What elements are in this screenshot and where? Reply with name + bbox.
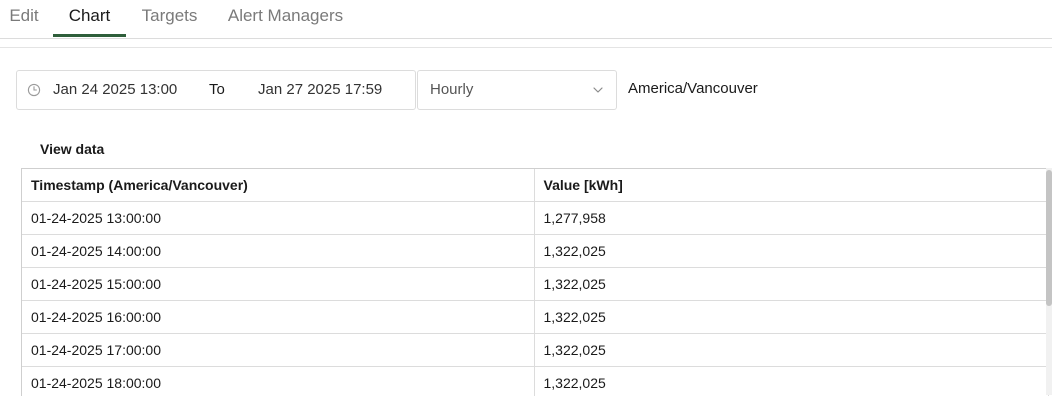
cell-value: 1,277,958 (534, 202, 1048, 235)
date-range-picker[interactable]: Jan 24 2025 13:00 To Jan 27 2025 17:59 (16, 70, 416, 110)
column-header-timestamp[interactable]: Timestamp (America/Vancouver) (22, 169, 534, 202)
interval-select[interactable]: Hourly (417, 70, 617, 110)
cell-timestamp: 01-24-2025 18:00:00 (22, 367, 534, 396)
tab-alert-managers[interactable]: Alert Managers (227, 0, 344, 36)
scrollbar-thumb[interactable] (1046, 170, 1052, 306)
cell-value: 1,322,025 (534, 301, 1048, 334)
cell-timestamp: 01-24-2025 15:00:00 (22, 268, 534, 301)
clock-icon (27, 83, 41, 97)
timezone-label: America/Vancouver (628, 80, 758, 97)
tab-targets[interactable]: Targets (141, 0, 198, 36)
cell-value: 1,322,025 (534, 268, 1048, 301)
table-row: 01-24-2025 13:00:00 1,277,958 (22, 202, 1048, 235)
tab-bar: Edit Chart Targets Alert Managers (0, 0, 1052, 39)
view-data-title: View data (40, 141, 104, 157)
tab-edit[interactable]: Edit (8, 0, 40, 36)
table-row: 01-24-2025 18:00:00 1,322,025 (22, 367, 1048, 396)
table-header-row: Timestamp (America/Vancouver) Value [kWh… (22, 169, 1048, 202)
table-row: 01-24-2025 16:00:00 1,322,025 (22, 301, 1048, 334)
data-table-container: Timestamp (America/Vancouver) Value [kWh… (21, 168, 1052, 396)
cell-timestamp: 01-24-2025 13:00:00 (22, 202, 534, 235)
table-row: 01-24-2025 15:00:00 1,322,025 (22, 268, 1048, 301)
interval-value: Hourly (430, 81, 473, 98)
date-range-separator: To (209, 81, 225, 98)
tab-chart[interactable]: Chart (53, 0, 126, 37)
start-date-input[interactable]: Jan 24 2025 13:00 (53, 81, 177, 98)
chevron-down-icon (592, 84, 604, 96)
cell-value: 1,322,025 (534, 235, 1048, 268)
column-header-value[interactable]: Value [kWh] (534, 169, 1048, 202)
section-divider (0, 47, 1052, 48)
cell-value: 1,322,025 (534, 334, 1048, 367)
cell-timestamp: 01-24-2025 14:00:00 (22, 235, 534, 268)
table-scrollbar[interactable] (1046, 168, 1052, 395)
cell-timestamp: 01-24-2025 16:00:00 (22, 301, 534, 334)
table-row: 01-24-2025 17:00:00 1,322,025 (22, 334, 1048, 367)
table-row: 01-24-2025 14:00:00 1,322,025 (22, 235, 1048, 268)
end-date-input[interactable]: Jan 27 2025 17:59 (258, 81, 382, 98)
data-table: Timestamp (America/Vancouver) Value [kWh… (22, 169, 1049, 396)
cell-value: 1,322,025 (534, 367, 1048, 396)
cell-timestamp: 01-24-2025 17:00:00 (22, 334, 534, 367)
